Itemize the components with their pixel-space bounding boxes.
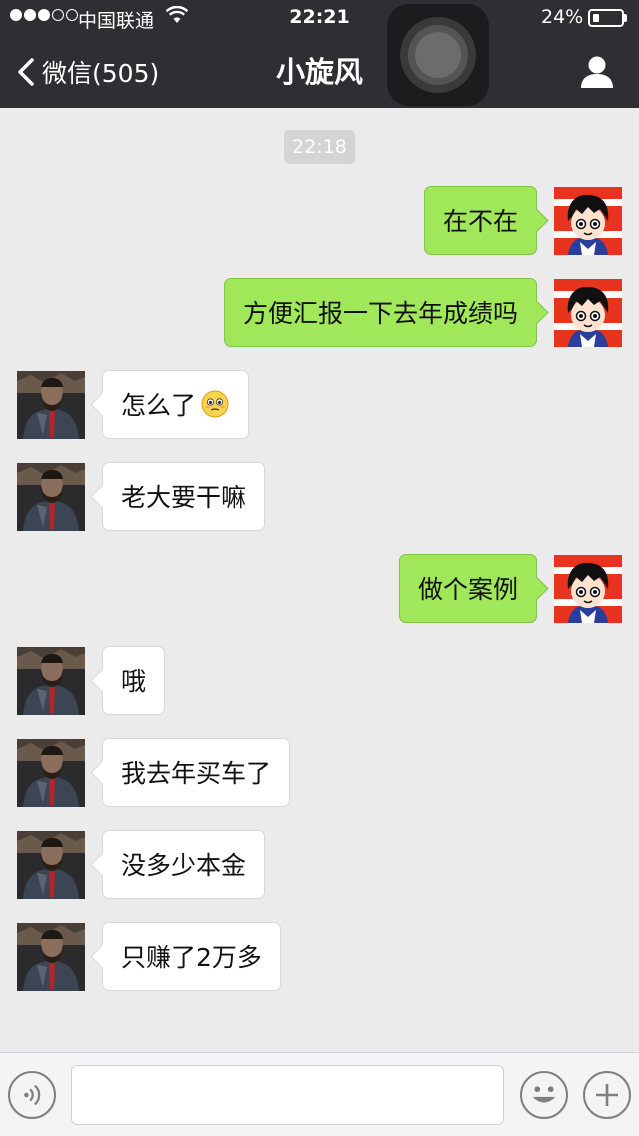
- message-row-incoming: 没多少本金: [0, 830, 639, 900]
- message-bubble[interactable]: 我去年买车了: [102, 738, 291, 807]
- message-text: 怎么了: [121, 391, 197, 420]
- back-chevron-icon: [18, 58, 34, 86]
- emoji-icon: [532, 1086, 556, 1103]
- message-bubble[interactable]: 怎么了: [102, 370, 250, 439]
- message-text: 只赚了2万多: [121, 943, 262, 972]
- voice-button[interactable]: [8, 1071, 56, 1119]
- message-text: 方便汇报一下去年成绩吗: [242, 299, 518, 328]
- my-avatar[interactable]: [554, 279, 622, 347]
- message-bubble[interactable]: 没多少本金: [102, 830, 266, 899]
- message-text: 我去年买车了: [121, 759, 272, 788]
- contact-avatar[interactable]: [17, 739, 85, 807]
- more-button[interactable]: [583, 1071, 631, 1119]
- header: 中国联通 22:21 24% 微信(505) 小旋风: [0, 0, 639, 108]
- contact-avatar[interactable]: [17, 831, 85, 899]
- message-text: 哦: [121, 667, 147, 696]
- message-row-incoming: 老大要干嘛: [0, 462, 639, 532]
- assistive-touch-button[interactable]: [387, 4, 489, 106]
- status-bar: 中国联通 22:21 24%: [0, 0, 639, 36]
- message-row-incoming: 怎么了: [0, 370, 639, 440]
- message-text: 在不在: [442, 207, 518, 236]
- message-bubble[interactable]: 做个案例: [398, 554, 537, 623]
- message-text: 老大要干嘛: [121, 483, 247, 512]
- message-input[interactable]: [71, 1065, 504, 1125]
- message-row-incoming: 哦: [0, 646, 639, 716]
- message-bubble[interactable]: 老大要干嘛: [102, 462, 266, 531]
- battery-percent: 24%: [541, 6, 584, 28]
- contact-avatar[interactable]: [17, 923, 85, 991]
- my-avatar[interactable]: [554, 187, 622, 255]
- message-bubble[interactable]: 在不在: [423, 186, 537, 255]
- chat-area[interactable]: 22:18 在不在 方便汇报一下去年成绩吗 怎么了 老大要干嘛 做个案例 哦 我…: [0, 108, 639, 1052]
- contact-avatar[interactable]: [17, 463, 85, 531]
- message-row-outgoing: 做个案例: [0, 554, 639, 624]
- message-row-outgoing: 在不在: [0, 186, 639, 256]
- back-label: 微信(505): [42, 59, 160, 88]
- message-row-incoming: 只赚了2万多: [0, 922, 639, 992]
- emoji-button[interactable]: [520, 1071, 568, 1119]
- contact-avatar[interactable]: [17, 647, 85, 715]
- pleading-face-icon: [201, 390, 229, 418]
- message-row-incoming: 我去年买车了: [0, 738, 639, 808]
- input-bar: [0, 1052, 639, 1136]
- contact-avatar[interactable]: [17, 371, 85, 439]
- back-button[interactable]: 微信(505): [16, 52, 159, 92]
- battery-icon: [588, 9, 628, 27]
- message-text: 没多少本金: [121, 851, 247, 880]
- message-bubble[interactable]: 只赚了2万多: [102, 922, 281, 991]
- message-timestamp: 22:18: [284, 130, 355, 164]
- profile-icon[interactable]: [578, 54, 616, 90]
- message-bubble[interactable]: 方便汇报一下去年成绩吗: [223, 278, 537, 347]
- my-avatar[interactable]: [554, 555, 622, 623]
- plus-icon: [596, 1084, 618, 1106]
- message-text: 做个案例: [417, 575, 518, 604]
- message-row-outgoing: 方便汇报一下去年成绩吗: [0, 278, 639, 348]
- message-bubble[interactable]: 哦: [102, 646, 166, 715]
- voice-icon: [24, 1084, 41, 1106]
